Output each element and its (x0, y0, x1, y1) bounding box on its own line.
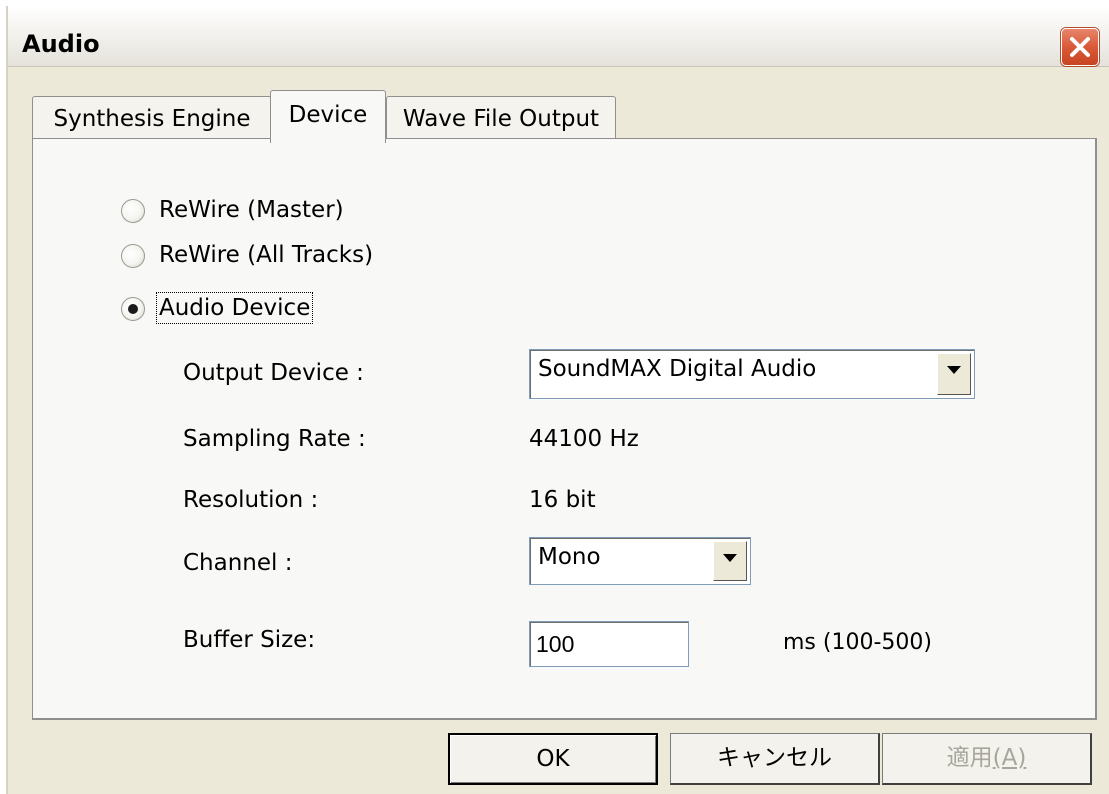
buffer-size-unit: ms (100-500) (783, 630, 932, 655)
resolution-label: Resolution : (183, 487, 319, 513)
audio-dialog: Audio Synthesis Engine Device Wave File … (6, 6, 1109, 794)
tab-synthesis-engine[interactable]: Synthesis Engine (32, 96, 272, 141)
title-bar[interactable]: Audio (8, 6, 1109, 67)
apply-button[interactable]: 適用(A) (882, 733, 1092, 785)
close-icon (1070, 37, 1090, 57)
radio-button[interactable] (121, 244, 145, 268)
apply-label: 適用 (946, 745, 993, 771)
radio-label: Audio Device (155, 292, 314, 324)
tab-wave-file-output[interactable]: Wave File Output (386, 96, 616, 141)
window-title: Audio (22, 30, 100, 58)
output-device-dropdown[interactable]: SoundMAX Digital Audio (529, 349, 975, 399)
radio-label: ReWire (All Tracks) (159, 242, 374, 268)
dropdown-button[interactable] (937, 353, 971, 395)
sampling-rate-value: 44100 Hz (529, 426, 639, 452)
radio-button[interactable] (121, 199, 145, 223)
chevron-down-icon (947, 366, 961, 374)
radio-selected-dot (128, 304, 138, 314)
output-device-label: Output Device : (183, 360, 364, 386)
resolution-value: 16 bit (529, 487, 596, 513)
ok-button[interactable]: OK (448, 733, 658, 785)
chevron-down-icon (723, 554, 737, 562)
channel-dropdown[interactable]: Mono (529, 537, 751, 585)
buffer-size-input[interactable] (529, 621, 689, 667)
channel-value: Mono (538, 544, 601, 570)
cancel-button[interactable]: キャンセル (670, 733, 880, 785)
buffer-size-label: Buffer Size: (183, 627, 316, 653)
channel-label: Channel : (183, 550, 293, 576)
tab-device[interactable]: Device (270, 90, 386, 143)
dropdown-button[interactable] (713, 541, 747, 581)
output-device-value: SoundMAX Digital Audio (538, 356, 817, 382)
radio-label: ReWire (Master) (159, 197, 344, 223)
device-tab-panel: ReWire (Master) ReWire (All Tracks) Audi… (32, 138, 1097, 720)
radio-button[interactable] (121, 297, 145, 321)
close-button[interactable] (1061, 28, 1099, 66)
apply-accelerator: (A) (992, 745, 1027, 771)
sampling-rate-label: Sampling Rate : (183, 426, 366, 452)
